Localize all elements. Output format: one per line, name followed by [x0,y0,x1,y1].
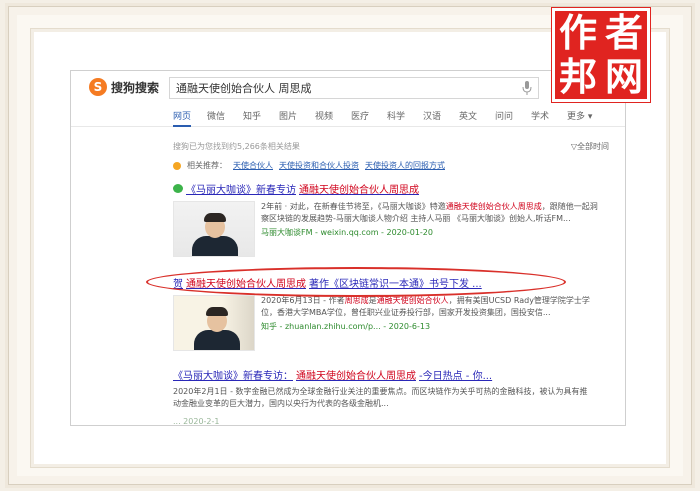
result-snippet: 2020年2月1日 - 数字金融已然成为全球金融行业关注的重要焦点。而区块链作为… [173,387,588,408]
title-text: 著作《区块链常识一本通》书号下发 ... [309,279,482,290]
snippet-text: 2年前 · 对此，在新春佳节将至，《马丽大咖谈》特邀 [261,202,446,211]
snippet-text: 是 [368,296,377,305]
result-thumbnail[interactable] [173,295,255,351]
watermark-char: 者 [604,11,643,55]
related-link[interactable]: 天使投资和合伙人投资 [279,160,359,171]
person-hair [204,213,226,222]
search-input[interactable] [176,81,506,94]
tab-wechat[interactable]: 微信 [207,109,225,122]
related-searches: 相关推荐： 天使合伙人 天使投资和合伙人投资 天使投资人的回报方式 [173,160,445,171]
title-text: 贺 [173,279,183,290]
result-title-link[interactable]: 《马丽大咖谈》新春专访： 通融天使创始合伙人周思成 -今日热点 - 你... [173,367,613,382]
watermark-char: 邦 [558,55,597,99]
snippet-highlight: 通融天使创始合伙人 [376,296,449,305]
result-thumbnail[interactable] [173,201,255,257]
tab-english[interactable]: 英文 [459,109,477,122]
time-filter[interactable]: ▽全部时间 [571,141,609,152]
snippet-text: 2020年6月13日 - 作者 [261,296,345,305]
tab-more[interactable]: 更多 ▾ [567,109,592,122]
person-image [194,330,240,350]
lightbulb-icon [173,162,181,170]
sogou-logo[interactable]: S 搜狗搜索 [89,77,159,97]
search-result: 《马丽大咖谈》新春专访： 通融天使创始合伙人周思成 -今日热点 - 你... 202… [173,367,613,410]
tab-wenwen[interactable]: 问问 [495,109,513,122]
tab-chinese[interactable]: 汉语 [423,109,441,122]
tab-medical[interactable]: 医疗 [351,109,369,122]
search-result: 《马丽大咖谈》新春专访 通融天使创始合伙人周思成 2年前 · 对此，在新春佳节将… [173,181,613,257]
search-tabs: 网页 微信 知乎 图片 视频 医疗 科学 汉语 英文 问问 学术 更多 ▾ [71,107,625,127]
result-source[interactable]: 知乎 - zhuanlan.zhihu.com/p... - 2020-6-13 [261,321,601,332]
watermark-char: 作 [558,11,597,55]
result-source[interactable]: 马丽大咖谈FM - weixin.qq.com - 2020-01-20 [261,227,601,238]
sogou-logo-icon: S [89,78,107,96]
watermark-char: 网 [604,55,643,99]
title-highlight: 通融天使创始合伙人周思成 [186,279,306,290]
tab-science[interactable]: 科学 [387,109,405,122]
tab-video[interactable]: 视频 [315,109,333,122]
microphone-icon[interactable] [522,81,532,95]
tab-images[interactable]: 图片 [279,109,297,122]
sogou-logo-text: 搜狗搜索 [111,80,160,95]
title-text: 《马丽大咖谈》新春专访： [173,371,293,382]
results-count: 搜狗已为您找到约5,266条相关结果 [173,142,300,151]
search-screenshot: S 搜狗搜索 网页 微信 知乎 图片 视频 医疗 科学 汉语 英文 问问 学术 … [70,70,626,426]
search-header: S 搜狗搜索 [71,71,625,101]
search-result: 贺通融天使创始合伙人周思成 著作《区块链常识一本通》书号下发 ... 2020年6… [173,275,613,351]
result-source-faded: ... 2020-2-1 [173,417,220,426]
result-snippet: 2年前 · 对此，在新春佳节将至，《马丽大咖谈》特邀通融天使创始合伙人周思成，跟… [261,201,601,225]
result-title-link[interactable]: 贺通融天使创始合伙人周思成 著作《区块链常识一本通》书号下发 ... [173,275,613,290]
title-highlight: 通融天使创始合伙人周思成 [299,185,419,196]
wechat-icon [173,184,183,193]
snippet-highlight: 周思成 [344,296,369,305]
title-text: -今日热点 - 你... [419,371,493,382]
tab-zhihu[interactable]: 知乎 [243,109,261,122]
title-highlight: 通融天使创始合伙人周思成 [296,371,416,382]
result-snippet: 2020年6月13日 - 作者周思成是通融天使创始合伙人，拥有美国UCSD Ra… [261,295,601,319]
snippet-highlight: 通融天使创始合伙人周思成 [445,202,542,211]
tab-academic[interactable]: 学术 [531,109,549,122]
related-link[interactable]: 天使合伙人 [233,160,273,171]
title-text: 《马丽大咖谈》新春专访 [186,185,296,196]
tab-web[interactable]: 网页 [173,109,192,127]
related-label: 相关推荐： [187,161,227,170]
result-title-link[interactable]: 《马丽大咖谈》新春专访 通融天使创始合伙人周思成 [173,181,613,196]
person-hair [206,307,228,316]
person-image [192,236,238,256]
watermark-logo: 作 者 邦 网 [551,7,651,103]
search-box[interactable] [169,77,539,99]
related-link[interactable]: 天使投资人的回报方式 [365,160,445,171]
